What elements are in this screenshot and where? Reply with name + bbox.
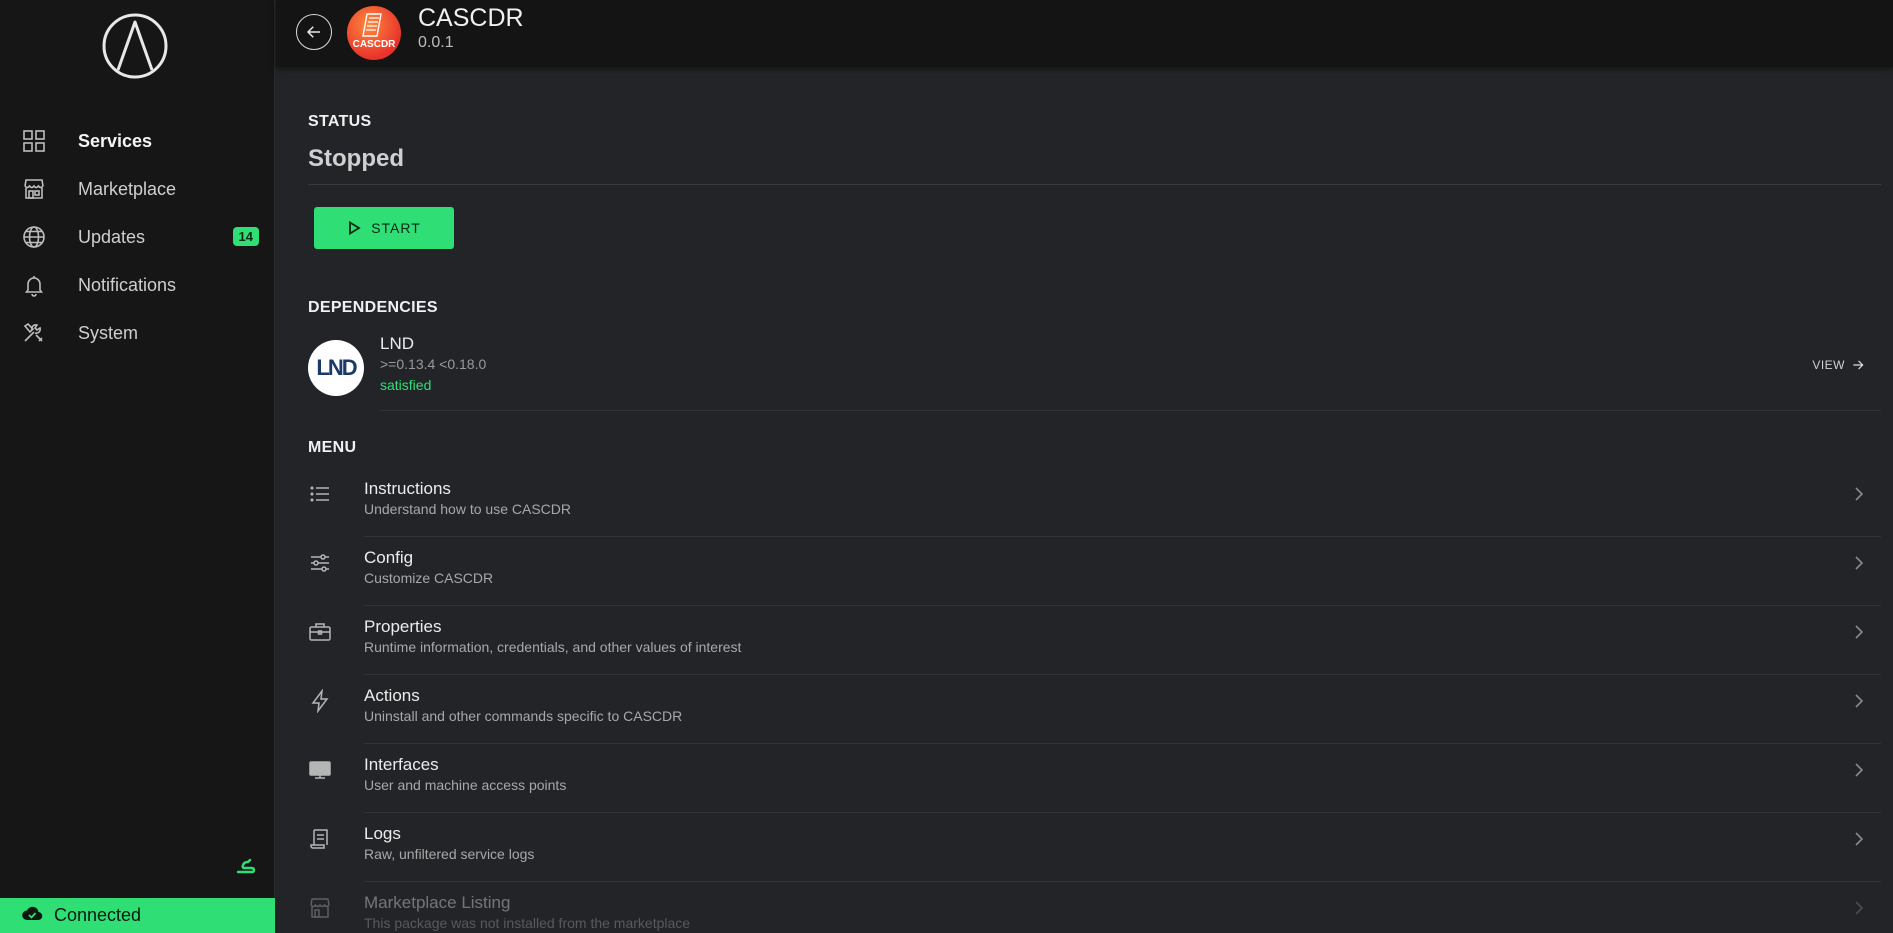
dependency-version-range: >=0.13.4 <0.18.0 — [380, 356, 487, 372]
menu-item-logs[interactable]: Logs Raw, unfiltered service logs — [308, 813, 1881, 882]
menu-item-title: Logs — [364, 824, 401, 843]
sidebar-item-label: Notifications — [78, 274, 177, 295]
menu-item-interfaces[interactable]: Interfaces User and machine access point… — [308, 744, 1881, 813]
menu-item-marketplace-listing: Marketplace Listing This package was not… — [308, 882, 1881, 933]
sidebar: Services Marketplace Updates 14 Notifica… — [0, 0, 275, 933]
globe-icon — [22, 225, 46, 249]
play-icon — [349, 221, 361, 235]
tools-icon — [22, 321, 46, 345]
back-button[interactable] — [296, 14, 332, 50]
app-icon: CASCDR — [347, 6, 401, 60]
sidebar-item-label: Marketplace — [78, 178, 177, 199]
sidebar-item-services[interactable]: Services — [0, 117, 275, 165]
menu-item-config[interactable]: Config Customize CASCDR — [308, 537, 1881, 606]
dependency-item-lnd[interactable]: LND LND >=0.13.4 <0.18.0 satisfied VIEW — [308, 334, 1881, 408]
sidebar-item-notifications[interactable]: Notifications — [0, 261, 275, 309]
menu-item-subtitle: Customize CASCDR — [364, 570, 494, 586]
menu-item-subtitle: Raw, unfiltered service logs — [364, 846, 535, 862]
status-section-title: STATUS — [308, 113, 372, 130]
dependencies-section-title: DEPENDENCIES — [308, 299, 438, 316]
app-version: 0.0.1 — [418, 34, 454, 51]
menu-item-subtitle: User and machine access points — [364, 777, 567, 793]
storefront-icon — [308, 896, 332, 920]
dependency-status: satisfied — [380, 377, 432, 393]
chevron-right-icon — [1851, 831, 1867, 847]
chevron-right-icon — [1851, 486, 1867, 502]
app-icon-label: CASCDR — [352, 39, 396, 50]
updates-count-badge: 14 — [232, 227, 259, 246]
menu-item-title: Interfaces — [364, 755, 439, 774]
cloud-done-icon — [20, 901, 54, 930]
snake-game-icon[interactable] — [236, 856, 256, 876]
bell-icon — [22, 273, 46, 297]
chevron-right-icon — [1851, 693, 1867, 709]
receipt-icon — [308, 827, 332, 851]
start-button-label: START — [371, 220, 421, 236]
menu-item-title: Properties — [364, 617, 442, 636]
desktop-icon — [308, 758, 332, 782]
service-detail: STATUS Stopped START DEPENDENCIES LND LN… — [276, 67, 1893, 933]
view-label: VIEW — [1812, 358, 1845, 372]
menu-item-title: Config — [364, 548, 414, 567]
menu-list: Instructions Understand how to use CASCD… — [308, 468, 1881, 933]
menu-item-instructions[interactable]: Instructions Understand how to use CASCD… — [308, 468, 1881, 537]
sidebar-item-label: System — [78, 322, 139, 343]
menu-item-subtitle: Uninstall and other commands specific to… — [364, 708, 683, 724]
connection-status-bar: Connected — [0, 898, 275, 933]
connection-status-text: Connected — [54, 905, 142, 925]
status-divider — [308, 184, 1881, 185]
grid-icon — [22, 129, 46, 153]
menu-item-title: Actions — [364, 686, 420, 705]
menu-section-title: MENU — [308, 439, 357, 456]
sliders-icon — [308, 551, 332, 575]
menu-item-subtitle: Understand how to use CASCDR — [364, 501, 571, 517]
dependency-view-button[interactable]: VIEW — [1812, 358, 1865, 372]
chevron-right-icon — [1851, 555, 1867, 571]
dependency-name: LND — [380, 334, 415, 353]
briefcase-icon — [308, 620, 332, 644]
start9-logo-icon[interactable] — [101, 12, 169, 80]
app-header: CASCDR CASCDR 0.0.1 — [276, 0, 1893, 67]
menu-item-properties[interactable]: Properties Runtime information, credenti… — [308, 606, 1881, 675]
sidebar-item-updates[interactable]: Updates 14 — [0, 213, 275, 261]
dependency-avatar: LND — [308, 340, 364, 396]
sidebar-item-system[interactable]: System — [0, 309, 275, 357]
start-button[interactable]: START — [314, 207, 454, 249]
dependency-divider — [380, 410, 1881, 411]
arrow-forward-icon — [1853, 360, 1864, 370]
list-icon — [308, 482, 332, 506]
sidebar-nav: Services Marketplace Updates 14 Notifica… — [0, 117, 275, 357]
menu-item-subtitle: Runtime information, credentials, and ot… — [364, 639, 742, 655]
service-status: Stopped — [308, 145, 404, 172]
chevron-right-icon — [1851, 900, 1867, 916]
menu-item-actions[interactable]: Actions Uninstall and other commands spe… — [308, 675, 1881, 744]
menu-item-title: Marketplace Listing — [364, 893, 511, 912]
arrow-back-icon — [306, 26, 320, 38]
menu-item-subtitle: This package was not installed from the … — [364, 915, 691, 931]
sidebar-item-label: Services — [78, 130, 153, 151]
chevron-right-icon — [1851, 624, 1867, 640]
app-title: CASCDR — [418, 4, 524, 32]
flash-icon — [308, 688, 332, 714]
storefront-icon — [22, 177, 46, 201]
chevron-right-icon — [1851, 762, 1867, 778]
menu-item-title: Instructions — [364, 479, 451, 498]
sidebar-item-marketplace[interactable]: Marketplace — [0, 165, 275, 213]
sidebar-item-label: Updates — [78, 226, 146, 247]
